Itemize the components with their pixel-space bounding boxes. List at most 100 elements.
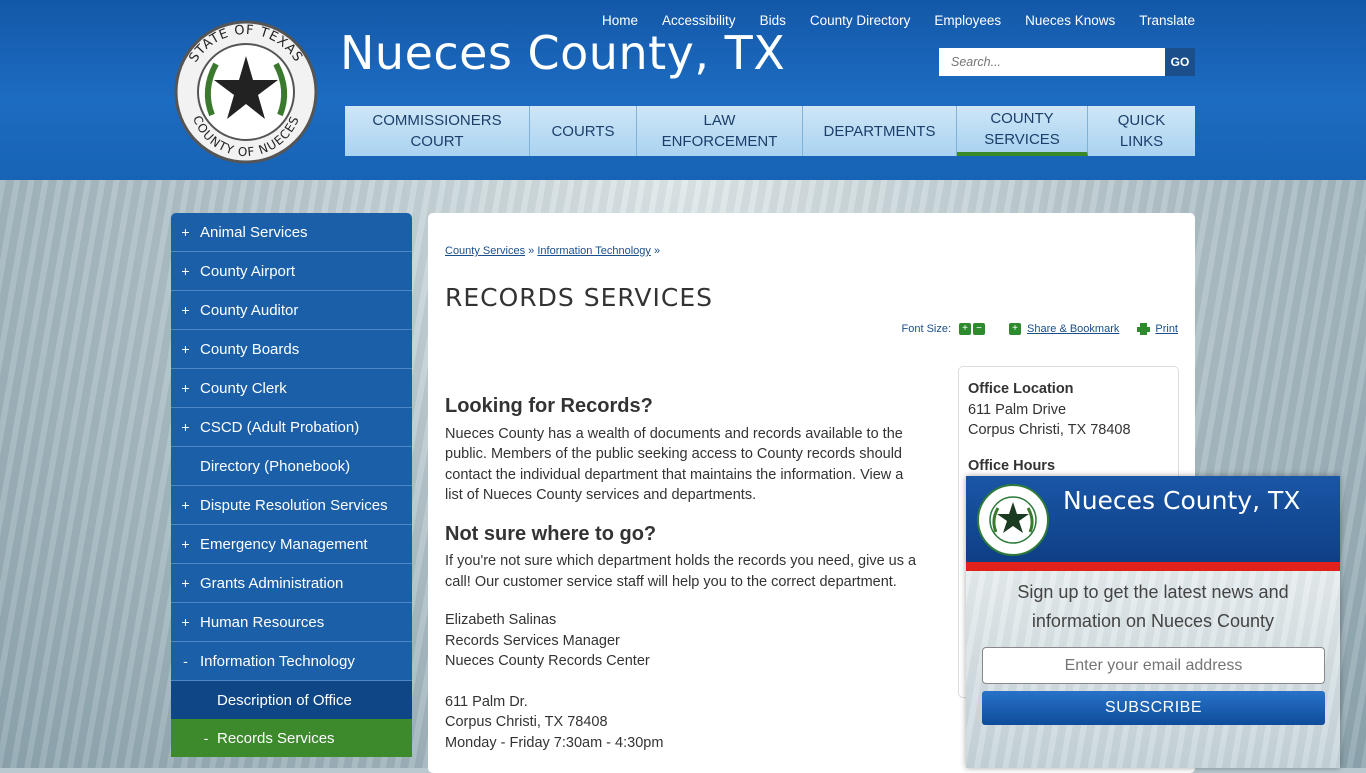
expand-icon[interactable]: + (171, 302, 200, 318)
collapse-icon[interactable]: - (171, 653, 200, 669)
sidebar-item-label: County Auditor (200, 301, 299, 319)
contact-org: Nueces County Records Center (445, 653, 650, 669)
office-location-line1: 611 Palm Drive (968, 401, 1067, 418)
sidebar-item-label: CSCD (Adult Probation) (200, 418, 360, 436)
county-seal-logo[interactable]: STATE OF TEXAS COUNTY OF NUECES (172, 20, 320, 164)
section-heading-looking-for-records: Looking for Records? (445, 395, 653, 417)
sidebar-item-emergency-management[interactable]: + Emergency Management (171, 525, 412, 564)
breadcrumb-county-services[interactable]: County Services (445, 245, 525, 257)
sidebar-item-human-resources[interactable]: + Human Resources (171, 603, 412, 642)
expand-icon[interactable]: + (171, 497, 200, 513)
topnav-translate[interactable]: Translate (1115, 12, 1195, 30)
nav-commissioners-court[interactable]: COMMISSIONERS COURT (345, 106, 530, 156)
popup-red-bar (966, 562, 1340, 571)
contact-block: Elizabeth Salinas Records Services Manag… (445, 610, 925, 753)
nav-departments[interactable]: DEPARTMENTS (803, 106, 957, 156)
expand-icon[interactable]: + (171, 614, 200, 630)
expand-icon[interactable]: + (171, 419, 200, 435)
topnav-nueces-knows[interactable]: Nueces Knows (1001, 12, 1115, 30)
sidebar-item-label: Animal Services (200, 223, 308, 241)
popup-title: Nueces County, TX (1063, 486, 1301, 515)
contact-address-line2: Corpus Christi, TX 78408 (445, 714, 608, 730)
sidebar-item-grants-administration[interactable]: + Grants Administration (171, 564, 412, 603)
contact-title: Records Services Manager (445, 632, 620, 649)
sidebar-subitem-description-of-office[interactable]: Description of Office (171, 681, 412, 719)
expand-icon[interactable]: + (171, 263, 200, 279)
article-body: Looking for Records? Nueces County has a… (445, 396, 925, 753)
topnav-bids[interactable]: Bids (736, 12, 786, 30)
nav-county-services[interactable]: COUNTY SERVICES (957, 106, 1088, 156)
expand-icon[interactable]: + (171, 341, 200, 357)
share-bookmark-link[interactable]: Share & Bookmark (1027, 323, 1119, 335)
nav-label: COURTS (551, 122, 615, 140)
expand-icon[interactable]: + (171, 380, 200, 396)
email-field[interactable] (982, 647, 1325, 684)
sidebar-item-cscd[interactable]: + CSCD (Adult Probation) (171, 408, 412, 447)
sidebar-item-information-technology[interactable]: - Information Technology (171, 642, 412, 681)
sidebar-item-label: Emergency Management (200, 535, 368, 553)
sidebar-item-county-airport[interactable]: + County Airport (171, 252, 412, 291)
breadcrumb-information-technology[interactable]: Information Technology (537, 245, 651, 257)
popup-signup-text: Sign up to get the latest news and infor… (1017, 582, 1289, 631)
nav-quick-links[interactable]: QUICK LINKS (1088, 106, 1195, 156)
breadcrumb-separator: » (653, 245, 661, 257)
office-location-heading: Office Location (968, 381, 1074, 397)
collapse-icon: - (203, 730, 209, 746)
printer-icon[interactable] (1137, 323, 1151, 335)
font-size-label: Font Size: (901, 323, 952, 335)
sidebar-item-animal-services[interactable]: + Animal Services (171, 213, 412, 252)
print-link[interactable]: Print (1155, 323, 1178, 335)
nav-label: DEPARTMENTS (823, 122, 936, 140)
sidebar-item-label: Human Resources (200, 613, 325, 631)
search-go-button[interactable]: GO (1165, 48, 1195, 76)
newsletter-popup: Nueces County, TX Sign up to get the lat… (966, 476, 1340, 768)
sidebar-item-directory[interactable]: Directory (Phonebook) (171, 447, 412, 486)
utility-nav: Home Accessibility Bids County Directory… (578, 12, 1195, 30)
site-header: STATE OF TEXAS COUNTY OF NUECES Nueces C… (0, 0, 1366, 180)
office-location-line2: Corpus Christi, TX 78408 (968, 422, 1131, 438)
paragraph-help: If you're not sure which department hold… (445, 553, 917, 590)
search-bar: GO (939, 48, 1195, 76)
sidebar-item-label: Grants Administration (200, 574, 344, 592)
share-plus-icon[interactable]: + (1009, 323, 1022, 335)
page-title: RECORDS SERVICES (445, 283, 714, 312)
breadcrumb: County Services » Information Technology… (445, 245, 660, 257)
sidebar-item-county-auditor[interactable]: + County Auditor (171, 291, 412, 330)
expand-icon[interactable]: + (171, 575, 200, 591)
popup-header: Nueces County, TX (966, 476, 1340, 562)
sidebar-subitem-records-services[interactable]: - Records Services (171, 719, 412, 757)
topnav-employees[interactable]: Employees (910, 12, 1001, 30)
topnav-home[interactable]: Home (578, 12, 638, 30)
office-hours-heading: Office Hours (968, 457, 1056, 474)
sidebar-item-label: County Boards (200, 340, 300, 358)
sidebar-item-county-clerk[interactable]: + County Clerk (171, 369, 412, 408)
nav-label: COMMISSIONERS COURT (372, 112, 502, 150)
page-tools: Font Size: + − + Share & Bookmark Print (902, 323, 1178, 335)
contact-address-line1: 611 Palm Dr. (445, 693, 528, 710)
font-decrease-icon[interactable]: − (973, 323, 986, 335)
paragraph-intro: Nueces County has a wealth of documents … (445, 425, 904, 504)
nav-label: QUICK LINKS (1117, 112, 1166, 150)
sidebar-item-county-boards[interactable]: + County Boards (171, 330, 412, 369)
contact-hours: Monday - Friday 7:30am - 4:30pm (445, 734, 664, 751)
contact-name: Elizabeth Salinas (445, 612, 557, 628)
sidebar-item-label: County Airport (200, 262, 296, 280)
main-nav: COMMISSIONERS COURT COURTS LAW ENFORCEME… (345, 106, 1195, 156)
sidebar-item-label: Information Technology (200, 652, 355, 670)
topnav-accessibility[interactable]: Accessibility (638, 12, 736, 30)
sidebar-item-dispute-resolution[interactable]: + Dispute Resolution Services (171, 486, 412, 525)
section-heading-not-sure: Not sure where to go? (445, 522, 657, 545)
subscribe-button[interactable]: SUBSCRIBE (982, 691, 1325, 725)
font-increase-icon[interactable]: + (959, 323, 972, 335)
site-title[interactable]: Nueces County, TX (340, 26, 785, 80)
nav-label: COUNTY SERVICES (984, 110, 1060, 148)
nav-law-enforcement[interactable]: LAW ENFORCEMENT (637, 106, 803, 156)
expand-icon[interactable]: + (171, 224, 200, 240)
sidebar-item-label: Directory (Phonebook) (200, 457, 351, 475)
nav-label: LAW ENFORCEMENT (661, 112, 778, 150)
search-input[interactable] (939, 48, 1165, 76)
expand-icon[interactable]: + (171, 536, 200, 552)
nav-courts[interactable]: COURTS (530, 106, 637, 156)
topnav-county-directory[interactable]: County Directory (786, 12, 911, 30)
sidebar-item-label: County Clerk (200, 379, 287, 397)
